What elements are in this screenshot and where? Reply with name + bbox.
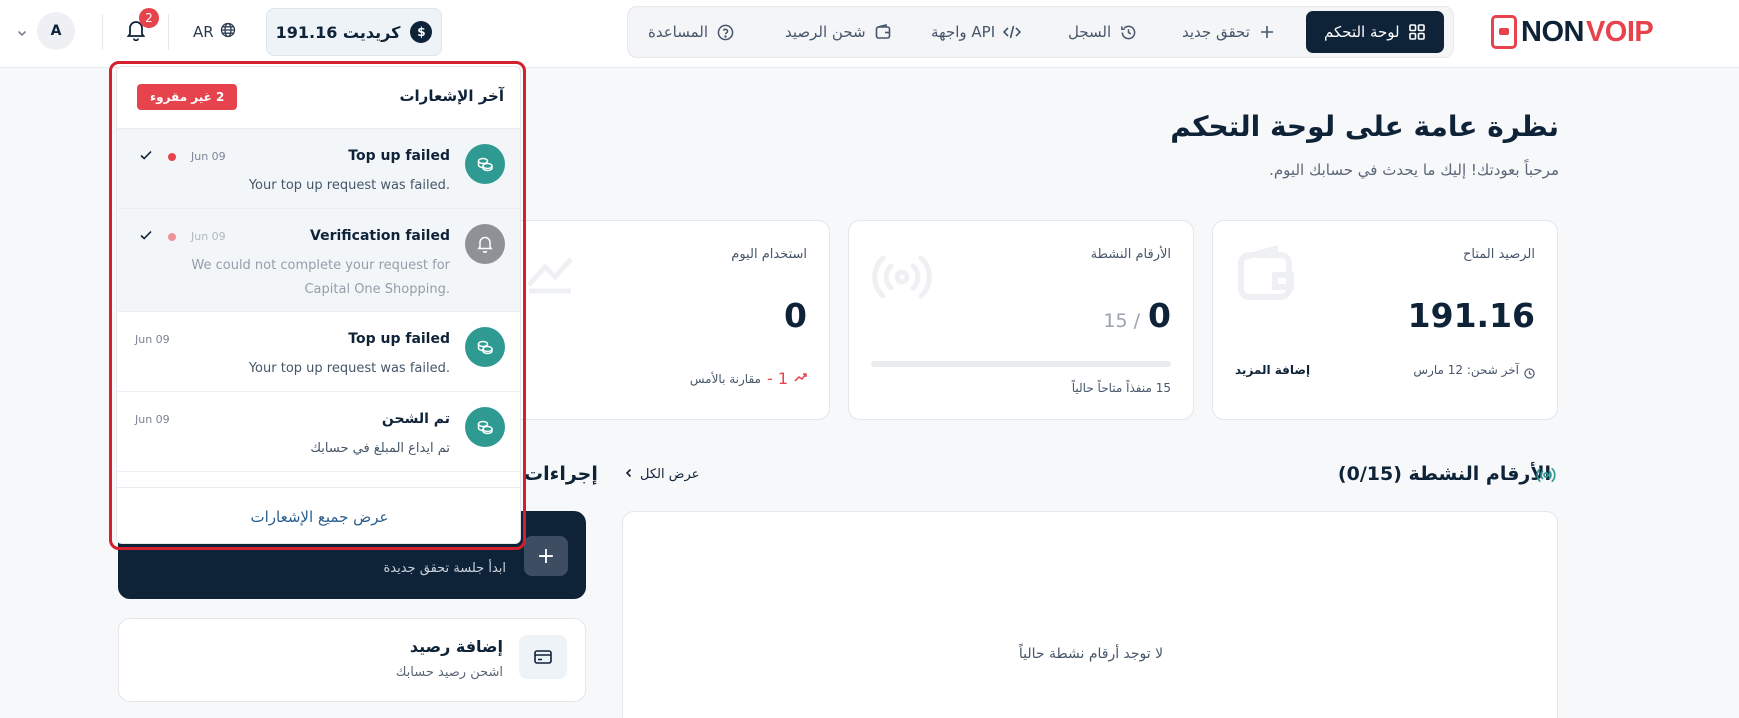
nav-dashboard[interactable]: لوحة التحكم (1306, 11, 1444, 53)
empty-state-text: لا توجد أرقام نشطة حالياً (1018, 646, 1164, 662)
wallet-icon (874, 23, 892, 41)
add-balance-subtitle: اشحن رصيد حسابك (395, 665, 503, 680)
plus-icon (1258, 23, 1276, 41)
nav-new-verification[interactable]: تحقق جديد (1182, 11, 1276, 53)
today-usage-value: 0 (784, 296, 807, 335)
add-balance-title: إضافة رصيد (409, 637, 503, 656)
header-divider (102, 14, 103, 50)
trend-up-icon (794, 372, 807, 386)
balance-label: الرصيد المتاح (1462, 247, 1535, 262)
code-icon (1003, 23, 1022, 41)
add-balance-action[interactable]: إضافة رصيد اشحن رصيد حسابك (118, 618, 586, 702)
top-bar: NON VOIP لوحة التحكم تحقق جديد السجل واج… (0, 0, 1739, 68)
signal-icon (871, 249, 933, 309)
last-topup-text: آخر شحن: 12 مارس (1413, 363, 1519, 377)
view-all-numbers-label: عرض الكل (640, 467, 700, 482)
nav-api[interactable]: واجهة API (931, 11, 1022, 53)
notifications-highlight-frame (109, 61, 526, 550)
view-all-numbers-link[interactable]: عرض الكل (624, 467, 699, 482)
phone-logo-icon (1491, 15, 1517, 49)
active-numbers-section-title: الأرقام النشطة (0/15) (1337, 463, 1551, 485)
credit-balance-pill[interactable]: 191.16 كريديت $ (266, 8, 442, 56)
active-numbers-list: لا توجد أرقام نشطة حالياً (622, 511, 1558, 718)
add-more-link[interactable]: إضافة المزيد (1235, 363, 1310, 377)
balance-value: 191.16 (1407, 296, 1535, 335)
dollar-icon: $ (410, 21, 433, 43)
plus-icon[interactable]: + (524, 536, 568, 576)
today-usage-label: استخدام اليوم (731, 247, 807, 262)
usage-delta-label: مقارنة بالأمس (689, 371, 761, 386)
nav-history-label: السجل (1068, 23, 1112, 41)
clock-icon (1524, 364, 1535, 383)
notifications-button[interactable]: 2 (124, 8, 159, 46)
history-icon (1119, 23, 1137, 41)
active-numbers-value-group: 15 / 0 (1103, 296, 1171, 335)
trend-icon (525, 255, 575, 299)
chevron-left-icon (624, 467, 634, 482)
nav-new-verification-label: تحقق جديد (1182, 23, 1250, 41)
balance-card: الرصيد المتاح 191.16 آخر شحن: 12 مارس إض… (1212, 220, 1558, 420)
nav-top-up[interactable]: شحن الرصيد (785, 11, 892, 53)
actions-section-title: إجراءات (524, 463, 598, 485)
active-numbers-card: الأرقام النشطة 15 / 0 15 منفذاً متاحاً ح… (848, 220, 1194, 420)
new-session-subtitle: ابدأ جلسة تحقق جديدة (383, 561, 506, 576)
language-switcher[interactable]: AR (193, 20, 236, 44)
usage-delta-value: 1 - (766, 369, 788, 388)
nonvoip-logo[interactable]: NON VOIP (1491, 14, 1661, 50)
page-title: نظرة عامة على لوحة التحكم (1170, 110, 1559, 143)
main-nav: لوحة التحكم تحقق جديد السجل واجهة API شح… (627, 6, 1454, 58)
available-slots-text: 15 منفذاً متاحاً حالياً (1071, 381, 1171, 395)
page-subtitle: مرحباً بعودتك! إليك ما يحدث في حسابك الي… (1269, 161, 1559, 179)
nav-help[interactable]: المساعدة (648, 11, 734, 53)
credit-balance-text: 191.16 كريديت (275, 22, 401, 42)
header-divider (168, 14, 169, 50)
nav-history[interactable]: السجل (1068, 11, 1137, 53)
help-icon (716, 23, 734, 41)
active-numbers-label: الأرقام النشطة (1090, 247, 1171, 262)
usage-delta: 1 - مقارنة بالأمس (690, 369, 807, 388)
language-label: AR (193, 23, 214, 41)
card-icon (519, 635, 567, 679)
today-usage-card: استخدام اليوم 0 1 - مقارنة بالأمس (484, 220, 830, 420)
logo-text-voip: VOIP (1585, 15, 1654, 48)
active-numbers-value: 0 (1148, 296, 1171, 335)
active-numbers-progress-bar (871, 361, 1171, 367)
notification-count-badge: 2 (139, 8, 159, 28)
nav-dashboard-label: لوحة التحكم (1324, 23, 1400, 41)
wallet-icon (1237, 245, 1295, 305)
signal-small-icon (1536, 465, 1556, 489)
nav-top-up-label: شحن الرصيد (785, 23, 866, 41)
logo-text-non: NON (1521, 15, 1584, 48)
active-numbers-max: 15 / (1103, 310, 1141, 332)
user-avatar[interactable]: A (37, 12, 75, 50)
grid-icon (1408, 23, 1426, 41)
globe-icon (220, 22, 236, 42)
chevron-down-icon[interactable] (16, 24, 30, 38)
nav-api-label: واجهة API (931, 23, 996, 41)
nav-help-label: المساعدة (648, 23, 709, 41)
